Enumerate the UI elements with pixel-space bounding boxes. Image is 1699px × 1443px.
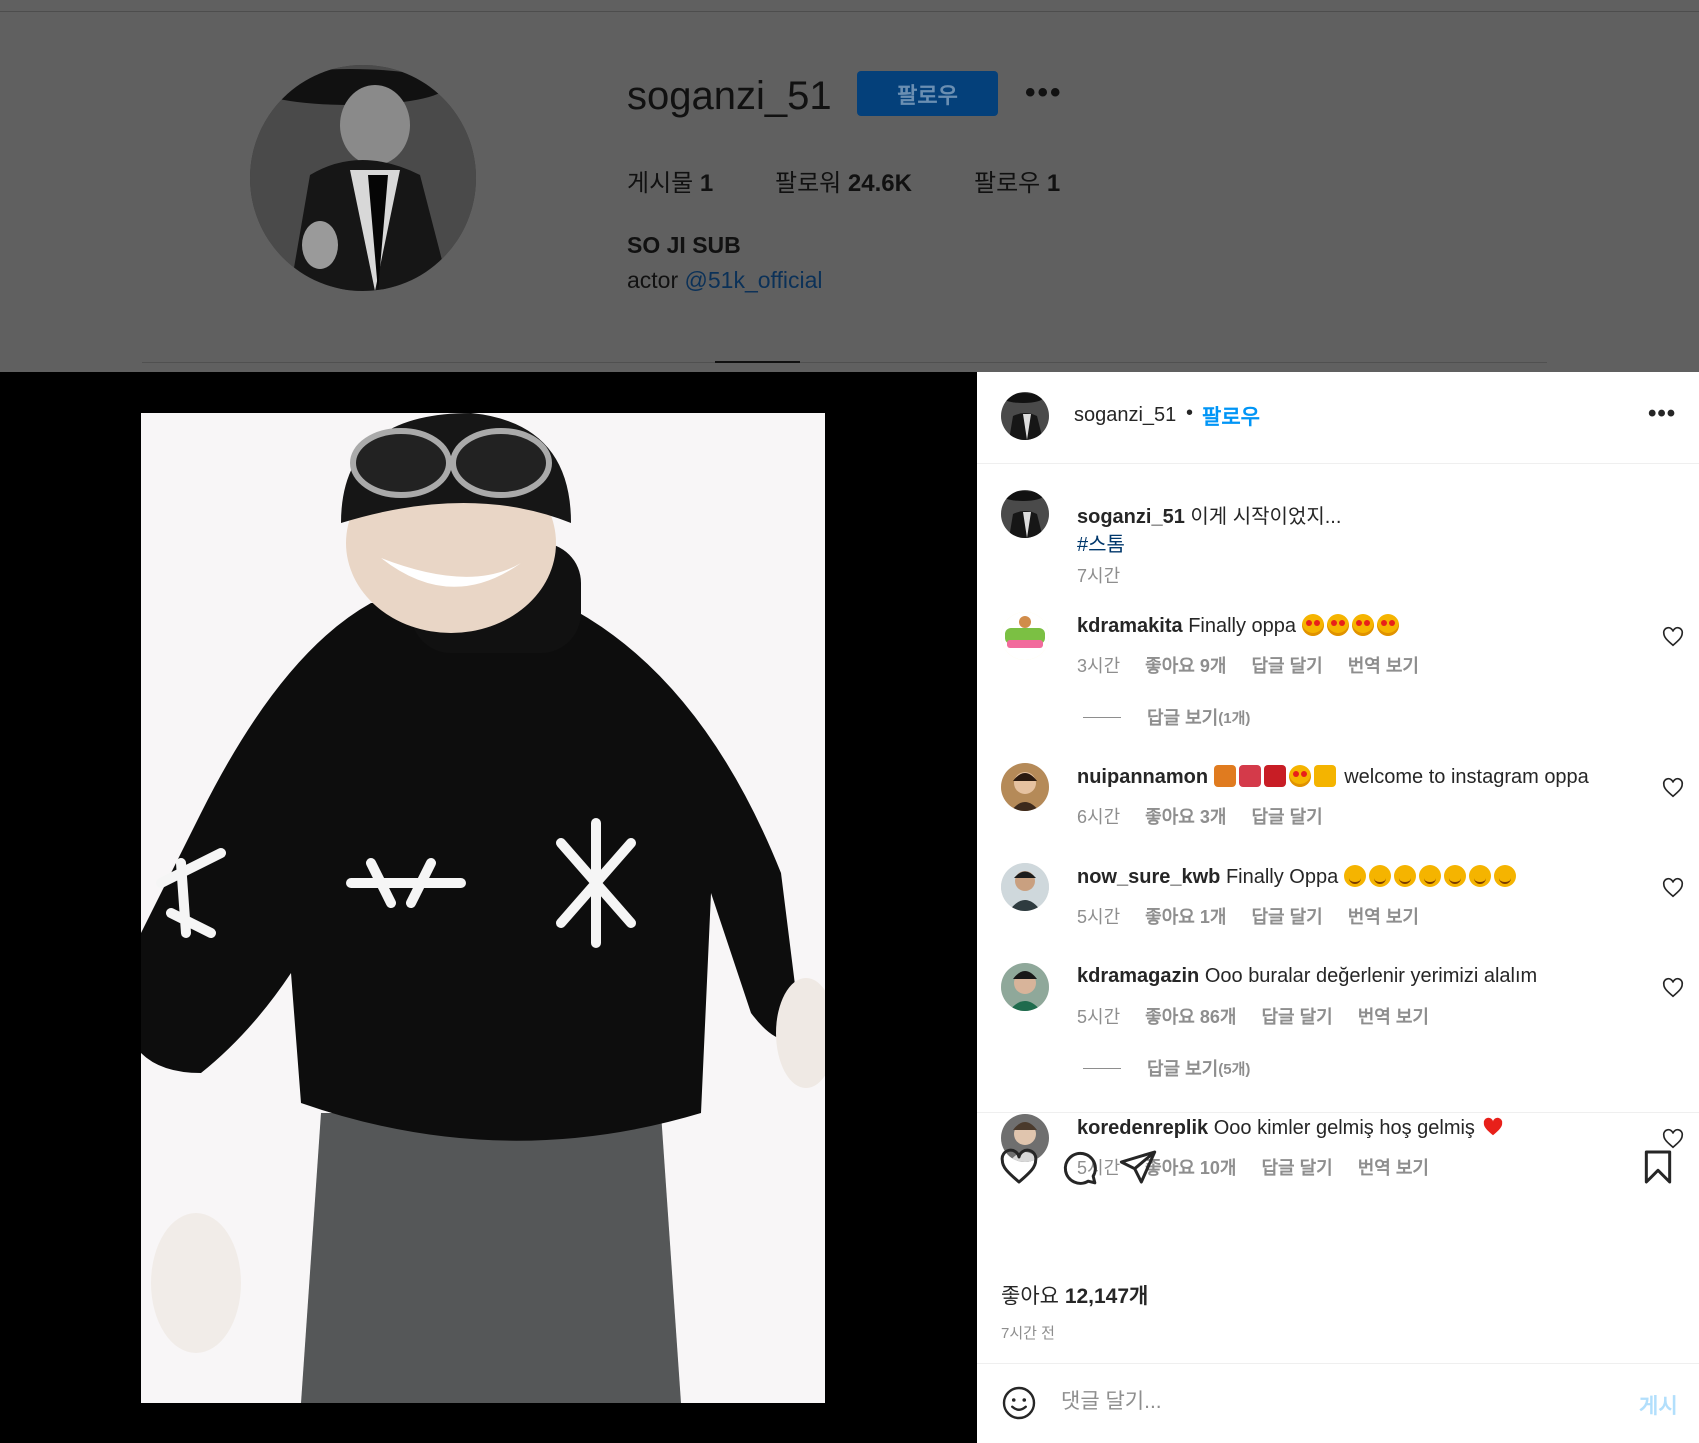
comment-meta: 5시간 좋아요 86개 답글 달기 번역 보기 <box>1077 1007 1429 1027</box>
reply-button[interactable]: 답글 달기 <box>1251 807 1322 827</box>
translate-button[interactable]: 번역 보기 <box>1358 1007 1429 1027</box>
smiling-hearts-emoji-icon <box>1368 865 1391 887</box>
header-username[interactable]: soganzi_51 <box>1074 404 1176 427</box>
comment-meta: 5시간 좋아요 1개 답글 달기 번역 보기 <box>1077 907 1419 927</box>
post-comment-button[interactable]: 게시 <box>1639 1390 1678 1420</box>
following-count[interactable]: 팔로우 1 <box>974 163 1060 198</box>
header-avatar[interactable] <box>1001 392 1049 440</box>
more-options-icon[interactable]: ••• <box>1648 400 1676 428</box>
replies-line <box>1083 1067 1121 1069</box>
reply-button[interactable]: 답글 달기 <box>1251 907 1322 927</box>
smiling-hearts-emoji-icon <box>1443 865 1466 887</box>
comment-like-heart-icon[interactable] <box>1662 977 1684 999</box>
translate-button[interactable]: 번역 보기 <box>1348 656 1419 676</box>
profile-avatar[interactable] <box>250 65 476 291</box>
comment-username[interactable]: now_sure_kwb <box>1077 866 1220 888</box>
likes-count[interactable]: 좋아요 12,147개 <box>1001 1280 1148 1310</box>
caption-time: 7시간 <box>1077 566 1121 586</box>
smiling-hearts-emoji-icon <box>1343 865 1366 887</box>
caption-hashtag[interactable]: #스톰 <box>1077 528 1125 557</box>
comment-input[interactable] <box>1061 1382 1561 1422</box>
comment-likes[interactable]: 좋아요 3개 <box>1145 807 1226 827</box>
comment-avatar[interactable] <box>1001 963 1049 1011</box>
comment-like-heart-icon[interactable] <box>1662 777 1684 799</box>
translate-button[interactable]: 번역 보기 <box>1348 907 1419 927</box>
reply-button[interactable]: 답글 달기 <box>1261 1158 1332 1178</box>
post-header: soganzi_51 • 팔로우 ••• <box>977 372 1699 464</box>
heart-icon[interactable] <box>999 1147 1039 1187</box>
clapping-emoji-icon <box>1313 765 1336 787</box>
actions-divider <box>977 1112 1699 1113</box>
posts-count: 게시물 1 <box>627 170 714 197</box>
post-detail-panel: soganzi_51 • 팔로우 ••• soganzi_51 이게 시작이었지… <box>977 372 1699 1443</box>
comment-like-heart-icon[interactable] <box>1662 877 1684 899</box>
comment-avatar[interactable] <box>1001 612 1049 660</box>
party-popper-emoji-icon <box>1213 765 1236 787</box>
bookmark-icon[interactable] <box>1638 1147 1678 1187</box>
dancer-emoji-icon <box>1238 765 1261 787</box>
comment-username[interactable]: kdramakita <box>1077 615 1183 637</box>
heart-eyes-emoji-icon <box>1351 614 1374 636</box>
header-separator: • <box>1186 402 1194 424</box>
comment-meta: 6시간 좋아요 3개 답글 달기 <box>1077 807 1323 827</box>
top-divider <box>0 11 1699 12</box>
profile-bio: actor @51k_official <box>627 267 823 293</box>
profile-header: soganzi_51 팔로우 ••• 게시물 1 팔로워 24.6K 팔로우 1… <box>0 0 1699 372</box>
profile-full-name: SO JI SUB <box>627 232 741 258</box>
comment-text: nuipannamon welcome to instagram oppa <box>1077 765 1589 788</box>
comment-likes[interactable]: 좋아요 1개 <box>1145 907 1226 927</box>
rose-emoji-icon <box>1263 765 1286 787</box>
comment-text: now_sure_kwb Finally Oppa <box>1077 865 1519 889</box>
reply-button[interactable]: 답글 달기 <box>1251 656 1322 676</box>
followers-count[interactable]: 팔로워 24.6K <box>775 163 912 198</box>
comment-avatar[interactable] <box>1001 863 1049 911</box>
profile-more-icon[interactable]: ••• <box>1025 76 1063 110</box>
comment-icon[interactable] <box>1059 1147 1099 1187</box>
profile-username: soganzi_51 <box>627 74 832 118</box>
translate-button[interactable]: 번역 보기 <box>1358 1158 1429 1178</box>
heart-eyes-emoji-icon <box>1301 614 1324 636</box>
smiling-hearts-emoji-icon <box>1418 865 1441 887</box>
profile-follow-button[interactable]: 팔로우 <box>857 71 998 116</box>
caption-text: soganzi_51 이게 시작이었지... <box>1077 506 1342 528</box>
comment-text: kdramagazin Ooo buralar değerlenir yerim… <box>1077 965 1538 987</box>
heart-eyes-emoji-icon <box>1326 614 1349 636</box>
reply-button[interactable]: 답글 달기 <box>1261 1007 1332 1027</box>
comment-meta: 3시간 좋아요 9개 답글 달기 번역 보기 <box>1077 656 1419 676</box>
view-replies-button[interactable]: 답글 보기 (5개) <box>1083 1055 1250 1081</box>
comment-likes[interactable]: 좋아요 86개 <box>1145 1007 1236 1027</box>
caption-username[interactable]: soganzi_51 <box>1077 506 1185 528</box>
heart-eyes-emoji-icon <box>1376 614 1399 636</box>
heart-eyes-emoji-icon <box>1288 765 1311 787</box>
smiling-hearts-emoji-icon <box>1468 865 1491 887</box>
posted-time: 7시간 전 <box>1001 1325 1055 1342</box>
smiling-hearts-emoji-icon <box>1493 865 1516 887</box>
comment-username[interactable]: koredenreplik <box>1077 1117 1208 1139</box>
comment-text: koredenreplik Ooo kimler gelmiş hoş gelm… <box>1077 1116 1508 1140</box>
view-replies-button[interactable]: 답글 보기 (1개) <box>1083 704 1250 730</box>
comment-like-heart-icon[interactable] <box>1662 626 1684 648</box>
red-heart-emoji-icon <box>1483 1117 1502 1136</box>
comment-likes[interactable]: 좋아요 9개 <box>1145 656 1226 676</box>
comment-likes[interactable]: 좋아요 10개 <box>1145 1158 1236 1178</box>
replies-line <box>1083 716 1121 718</box>
caption-avatar[interactable] <box>1001 490 1049 538</box>
header-follow-button[interactable]: 팔로우 <box>1202 401 1260 431</box>
share-icon[interactable] <box>1118 1147 1158 1187</box>
comment-username[interactable]: nuipannamon <box>1077 766 1208 788</box>
smiling-hearts-emoji-icon <box>1393 865 1416 887</box>
post-photo[interactable] <box>141 413 825 1403</box>
comment-text: kdramakita Finally oppa <box>1077 614 1402 638</box>
comment-avatar[interactable] <box>1001 763 1049 811</box>
comment-username[interactable]: kdramagazin <box>1077 965 1199 987</box>
emoji-icon[interactable] <box>1001 1385 1037 1421</box>
comment-bar-divider <box>977 1363 1699 1364</box>
bio-mention-link[interactable]: @51k_official <box>685 267 823 293</box>
tabs-divider <box>142 362 1547 363</box>
active-tab-indicator <box>715 361 800 363</box>
